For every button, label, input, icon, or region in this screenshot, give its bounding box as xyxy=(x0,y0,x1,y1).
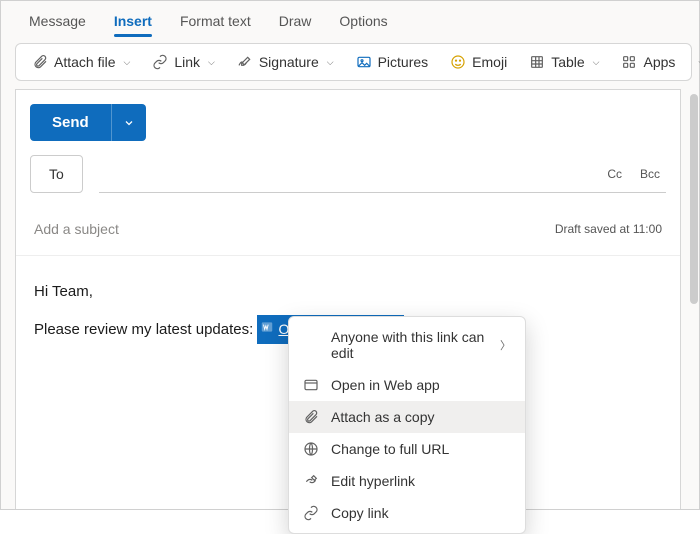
attach-file-button[interactable]: Attach file ⌵ xyxy=(22,48,140,76)
link-label: Link xyxy=(174,54,200,70)
emoji-icon xyxy=(450,54,466,70)
chevron-down-icon: ⌵ xyxy=(593,57,600,68)
link-icon xyxy=(303,505,319,521)
menu-label-anyone: Anyone with this link can edit xyxy=(331,329,488,361)
globe-icon xyxy=(303,441,319,457)
chevron-right-icon: 〉 xyxy=(500,337,511,353)
menu-label-full-url: Change to full URL xyxy=(331,441,511,457)
pictures-button[interactable]: Pictures xyxy=(346,48,439,76)
menu-label-edit-hyperlink: Edit hyperlink xyxy=(331,473,511,489)
draft-status-label: Draft saved at 11:00 xyxy=(555,222,662,236)
signature-label: Signature xyxy=(259,54,319,70)
table-icon xyxy=(529,54,545,70)
to-button[interactable]: To xyxy=(30,155,83,193)
send-row: Send xyxy=(16,90,680,155)
edit-link-icon xyxy=(303,473,319,489)
open-web-icon xyxy=(303,377,319,393)
insert-toolbar: Attach file ⌵ Link ⌵ Signature ⌵ xyxy=(15,43,692,81)
send-split-button: Send xyxy=(30,104,146,141)
signature-icon xyxy=(237,54,253,70)
cc-button[interactable]: Cc xyxy=(607,167,622,181)
chevron-down-icon: ⌵ xyxy=(208,57,215,68)
menu-item-edit-hyperlink[interactable]: Edit hyperlink xyxy=(289,465,525,497)
table-button[interactable]: Table ⌵ xyxy=(519,48,609,76)
send-button[interactable]: Send xyxy=(30,104,112,141)
vertical-scrollbar[interactable] xyxy=(690,94,698,304)
subject-row: Add a subject Draft saved at 11:00 xyxy=(16,199,680,256)
toolbar-wrap: Attach file ⌵ Link ⌵ Signature ⌵ xyxy=(1,37,699,89)
menu-item-open-web[interactable]: Open in Web app xyxy=(289,369,525,401)
link-button[interactable]: Link ⌵ xyxy=(142,48,225,76)
signature-button[interactable]: Signature ⌵ xyxy=(227,48,344,76)
to-input[interactable]: Cc Bcc xyxy=(99,155,666,193)
emoji-button[interactable]: Emoji xyxy=(440,48,517,76)
paperclip-icon xyxy=(32,54,48,70)
menu-item-share-permissions[interactable]: Anyone with this link can edit 〉 xyxy=(289,321,525,369)
attach-file-label: Attach file xyxy=(54,54,115,70)
link-icon xyxy=(152,54,168,70)
emoji-label: Emoji xyxy=(472,54,507,70)
tab-draw[interactable]: Draw xyxy=(265,7,326,37)
tab-message[interactable]: Message xyxy=(15,7,100,37)
apps-icon xyxy=(621,54,637,70)
chevron-down-icon: ⌵ xyxy=(123,57,130,68)
pictures-label: Pictures xyxy=(378,54,429,70)
tab-options[interactable]: Options xyxy=(325,7,401,37)
attachment-context-menu: Anyone with this link can edit 〉 Open in… xyxy=(288,316,526,534)
menu-label-attach-copy: Attach as a copy xyxy=(331,409,511,425)
menu-item-full-url[interactable]: Change to full URL xyxy=(289,433,525,465)
menu-label-open-web: Open in Web app xyxy=(331,377,511,393)
word-doc-icon xyxy=(260,316,274,343)
pictures-icon xyxy=(356,54,372,70)
table-label: Table xyxy=(551,54,584,70)
send-dropdown-button[interactable] xyxy=(112,104,146,141)
body-line-1: Hi Team, xyxy=(34,278,662,305)
body-line-2-text: Please review my latest updates: xyxy=(34,321,257,338)
menu-item-attach-copy[interactable]: Attach as a copy xyxy=(289,401,525,433)
menu-item-copy-link[interactable]: Copy link xyxy=(289,497,525,529)
blank-icon xyxy=(303,337,319,353)
chevron-down-icon: ⌵ xyxy=(327,57,334,68)
to-row: To Cc Bcc xyxy=(16,155,680,199)
tab-insert[interactable]: Insert xyxy=(100,7,166,37)
subject-input[interactable]: Add a subject xyxy=(34,221,555,237)
menu-label-copy-link: Copy link xyxy=(331,505,511,521)
tab-format-text[interactable]: Format text xyxy=(166,7,265,37)
paperclip-icon xyxy=(303,409,319,425)
apps-button[interactable]: Apps xyxy=(611,48,685,76)
ribbon-tabs: Message Insert Format text Draw Options xyxy=(1,1,699,37)
bcc-button[interactable]: Bcc xyxy=(640,167,660,181)
apps-label: Apps xyxy=(643,54,675,70)
